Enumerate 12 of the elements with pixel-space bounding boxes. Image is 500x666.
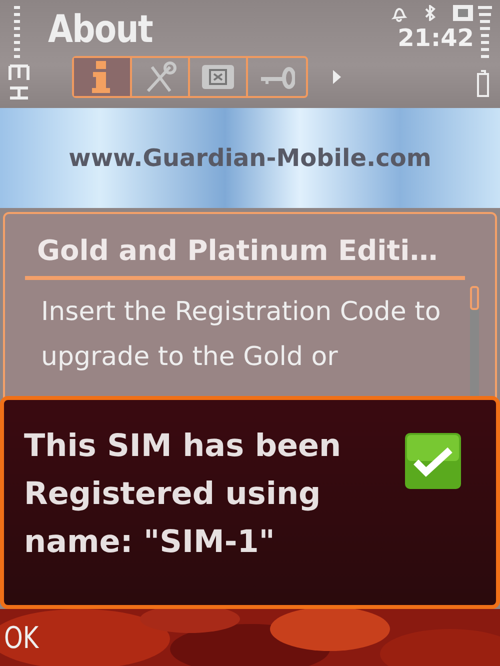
ok-softkey[interactable]: OK <box>4 621 39 657</box>
memory-card-icon <box>452 4 474 22</box>
screen-title: About <box>48 10 152 48</box>
clock-time: 21:42 <box>398 26 474 50</box>
panel-body-text: Insert the Registration Code to upgrade to the Gold or <box>40 296 441 374</box>
tab[interactable] <box>74 58 132 96</box>
panel-heading: Gold and Platinum Editi… <box>36 233 438 269</box>
scroll-right-arrow-icon[interactable] <box>332 69 342 85</box>
bluetooth-icon <box>424 5 436 21</box>
checkmark-icon <box>404 432 462 490</box>
website-banner-text: www.Guardian-Mobile.com <box>68 143 432 174</box>
dialog-message: This SIM has been Registered using name: "SIM-1" <box>24 427 342 562</box>
